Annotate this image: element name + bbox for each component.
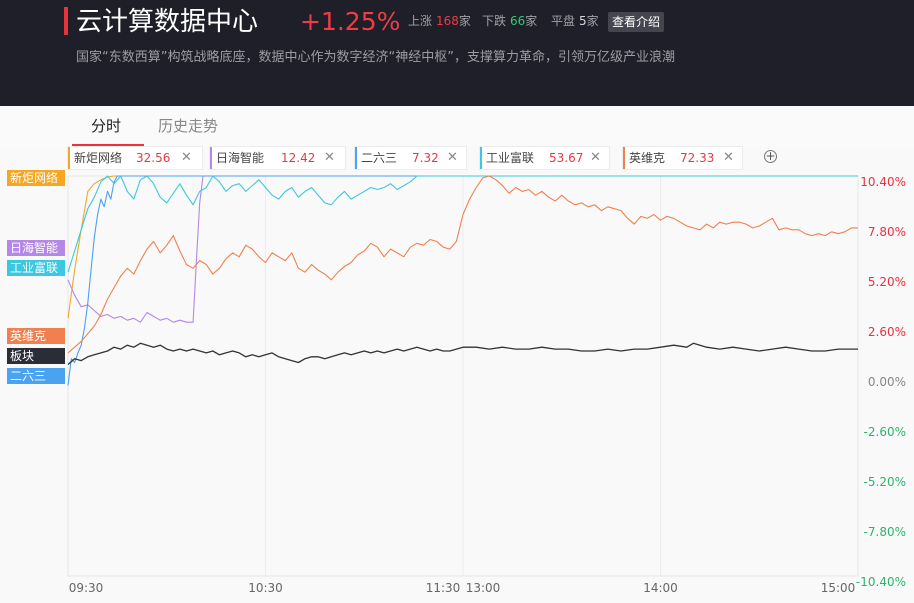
side-label-gongye: 工业富联 bbox=[7, 260, 65, 276]
legend-chip[interactable]: 二六三 7.32 ✕ bbox=[354, 146, 467, 170]
y-tick-label: 0.00% bbox=[868, 375, 906, 389]
legend-chip[interactable]: 新炬网络 32.56 ✕ bbox=[67, 146, 203, 170]
legend-color-stripe bbox=[480, 147, 482, 169]
close-icon[interactable]: ✕ bbox=[590, 147, 601, 169]
y-tick-label: 10.40% bbox=[860, 175, 906, 189]
legend-chip[interactable]: 日海智能 12.42 ✕ bbox=[209, 146, 346, 170]
x-tick-label: 11:30 bbox=[426, 581, 461, 595]
close-icon[interactable]: ✕ bbox=[181, 147, 192, 169]
side-label-ersansan: 二六三 bbox=[7, 368, 65, 384]
y-tick-label: -7.80% bbox=[864, 525, 906, 539]
y-tick-label: -5.20% bbox=[864, 475, 906, 489]
x-tick-label: 14:00 bbox=[643, 581, 678, 595]
side-label-bankuai: 板块 bbox=[7, 348, 65, 364]
legend-name: 新炬网络 bbox=[74, 151, 123, 165]
x-tick-label: 09:30 bbox=[69, 581, 104, 595]
legend-chip[interactable]: 英维克 72.33 ✕ bbox=[622, 146, 743, 170]
legend-value: 53.67 bbox=[549, 151, 584, 165]
close-icon[interactable]: ✕ bbox=[723, 147, 734, 169]
legend-value: 72.33 bbox=[680, 151, 715, 165]
legend-name: 二六三 bbox=[361, 151, 398, 165]
legend-color-stripe bbox=[68, 147, 70, 169]
legend-name: 英维克 bbox=[629, 151, 666, 165]
legend-value: 7.32 bbox=[412, 151, 439, 165]
y-tick-label: 7.80% bbox=[868, 225, 906, 239]
legend-color-stripe bbox=[210, 147, 212, 169]
legend-value: 32.56 bbox=[136, 151, 171, 165]
x-tick-label: 15:00 bbox=[821, 581, 856, 595]
x-tick-label: 10:30 bbox=[248, 581, 283, 595]
legend-color-stripe bbox=[355, 147, 357, 169]
intraday-chart: 10.40% 7.80% 5.20% 2.60% 0.00% -2.60% -5.20% -7… bbox=[67, 175, 906, 595]
x-tick-label: 13:00 bbox=[466, 581, 501, 595]
add-stock-icon[interactable]: + bbox=[764, 150, 777, 163]
legend-color-stripe bbox=[623, 147, 625, 169]
legend-chip[interactable]: 工业富联 53.67 ✕ bbox=[479, 146, 610, 170]
legend-name: 日海智能 bbox=[216, 151, 265, 165]
side-label-xinju: 新炬网络 bbox=[7, 170, 65, 186]
y-tick-label: 2.60% bbox=[868, 325, 906, 339]
side-label-yingweike: 英维克 bbox=[7, 328, 65, 344]
y-tick-label: 5.20% bbox=[868, 275, 906, 289]
legend-name: 工业富联 bbox=[486, 151, 535, 165]
y-tick-label: -2.60% bbox=[864, 425, 906, 439]
close-icon[interactable]: ✕ bbox=[447, 147, 458, 169]
side-label-rihai: 日海智能 bbox=[7, 240, 65, 256]
y-tick-label: -10.40% bbox=[856, 575, 906, 589]
legend-value: 12.42 bbox=[281, 151, 316, 165]
close-icon[interactable]: ✕ bbox=[324, 147, 335, 169]
